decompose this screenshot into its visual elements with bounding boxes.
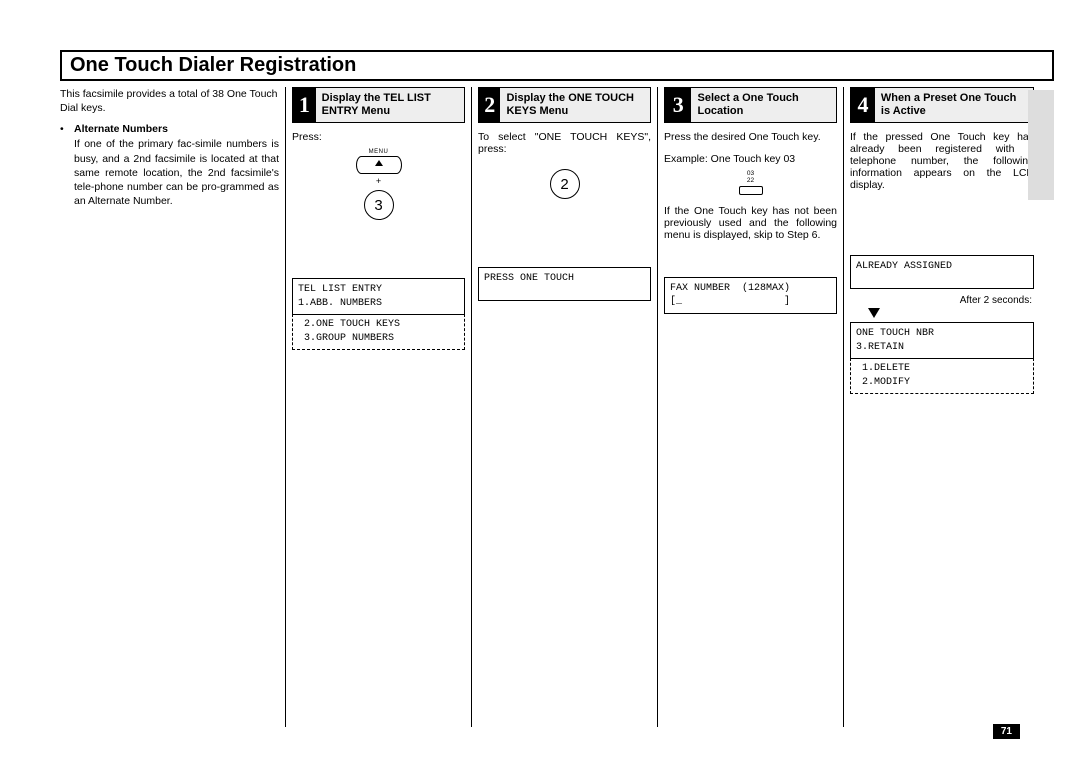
- step-3-number: 3: [665, 88, 691, 122]
- alternate-numbers-heading: Alternate Numbers: [74, 123, 279, 135]
- alternate-numbers-body: If one of the primary fac-simile numbers…: [74, 137, 279, 208]
- step-3: 3 Select a One Touch Location Press the …: [658, 87, 843, 727]
- step-1-scrolled-options: 2.ONE TOUCH KEYS 3.GROUP NUMBERS: [292, 314, 465, 350]
- step-1-lcd: TEL LIST ENTRY 1.ABB. NUMBERS: [292, 278, 465, 315]
- page-title: One Touch Dialer Registration: [70, 54, 356, 76]
- step-1-number: 1: [293, 88, 316, 122]
- content-columns: This facsimile provides a total of 38 On…: [60, 87, 1054, 727]
- step-1-header: 1 Display the TEL LIST ENTRY Menu: [292, 87, 465, 123]
- menu-key-shape: [356, 156, 402, 174]
- step-3-example-label: Example: One Touch key 03: [664, 153, 837, 165]
- intro-column: This facsimile provides a total of 38 On…: [60, 87, 285, 727]
- step-4-lcd-2: ONE TOUCH NBR 3.RETAIN: [850, 322, 1034, 359]
- one-touch-key-shape: [739, 186, 763, 195]
- down-arrow-icon: [868, 308, 880, 318]
- side-tab: [1028, 90, 1054, 200]
- plus-symbol: +: [292, 176, 465, 186]
- step-4-header: 4 When a Preset One Touch is Active: [850, 87, 1034, 123]
- alternate-numbers-bullet: • Alternate Numbers If one of the primar…: [60, 123, 279, 208]
- bullet-dot: •: [60, 123, 74, 208]
- step-2-lcd: PRESS ONE TOUCH: [478, 267, 651, 301]
- step-2-title: Display the ONE TOUCH KEYS Menu: [500, 90, 650, 120]
- step-4: 4 When a Preset One Touch is Active If t…: [844, 87, 1034, 727]
- step-1: 1 Display the TEL LIST ENTRY Menu Press:…: [286, 87, 471, 727]
- intro-lead: This facsimile provides a total of 38 On…: [60, 87, 279, 115]
- step-4-instruction: If the pressed One Touch key has already…: [850, 131, 1034, 191]
- step-4-title: When a Preset One Touch is Active: [875, 90, 1033, 120]
- step-3-header: 3 Select a One Touch Location: [664, 87, 837, 123]
- digit-key-3-icon: 3: [364, 190, 394, 220]
- after-2-seconds-label: After 2 seconds:: [850, 295, 1032, 306]
- one-touch-key-sub: 22: [664, 178, 837, 185]
- step-2-header: 2 Display the ONE TOUCH KEYS Menu: [478, 87, 651, 123]
- step-1-press-label: Press:: [292, 131, 465, 143]
- page-title-bar: One Touch Dialer Registration: [60, 50, 1054, 81]
- one-touch-key-icon: 03 22: [664, 171, 837, 195]
- step-3-title: Select a One Touch Location: [691, 90, 836, 120]
- page-number: 71: [993, 724, 1020, 739]
- digit-key-2-icon: 2: [550, 169, 580, 199]
- step-3-note: If the One Touch key has not been previo…: [664, 205, 837, 241]
- step-3-lcd: FAX NUMBER (128MAX) [_ ]: [664, 277, 837, 314]
- step-3-instruction: Press the desired One Touch key.: [664, 131, 837, 143]
- step-2: 2 Display the ONE TOUCH KEYS Menu To sel…: [472, 87, 657, 727]
- step-4-scrolled-options: 1.DELETE 2.MODIFY: [850, 358, 1034, 394]
- step-4-number: 4: [851, 88, 875, 122]
- step-1-title: Display the TEL LIST ENTRY Menu: [316, 90, 464, 120]
- step-2-number: 2: [479, 88, 500, 122]
- menu-key-label: MENU: [353, 149, 405, 155]
- step-2-instruction: To select "ONE TOUCH KEYS", press:: [478, 131, 651, 155]
- step-4-lcd-1: ALREADY ASSIGNED: [850, 255, 1034, 289]
- menu-key-icon: MENU: [353, 149, 405, 174]
